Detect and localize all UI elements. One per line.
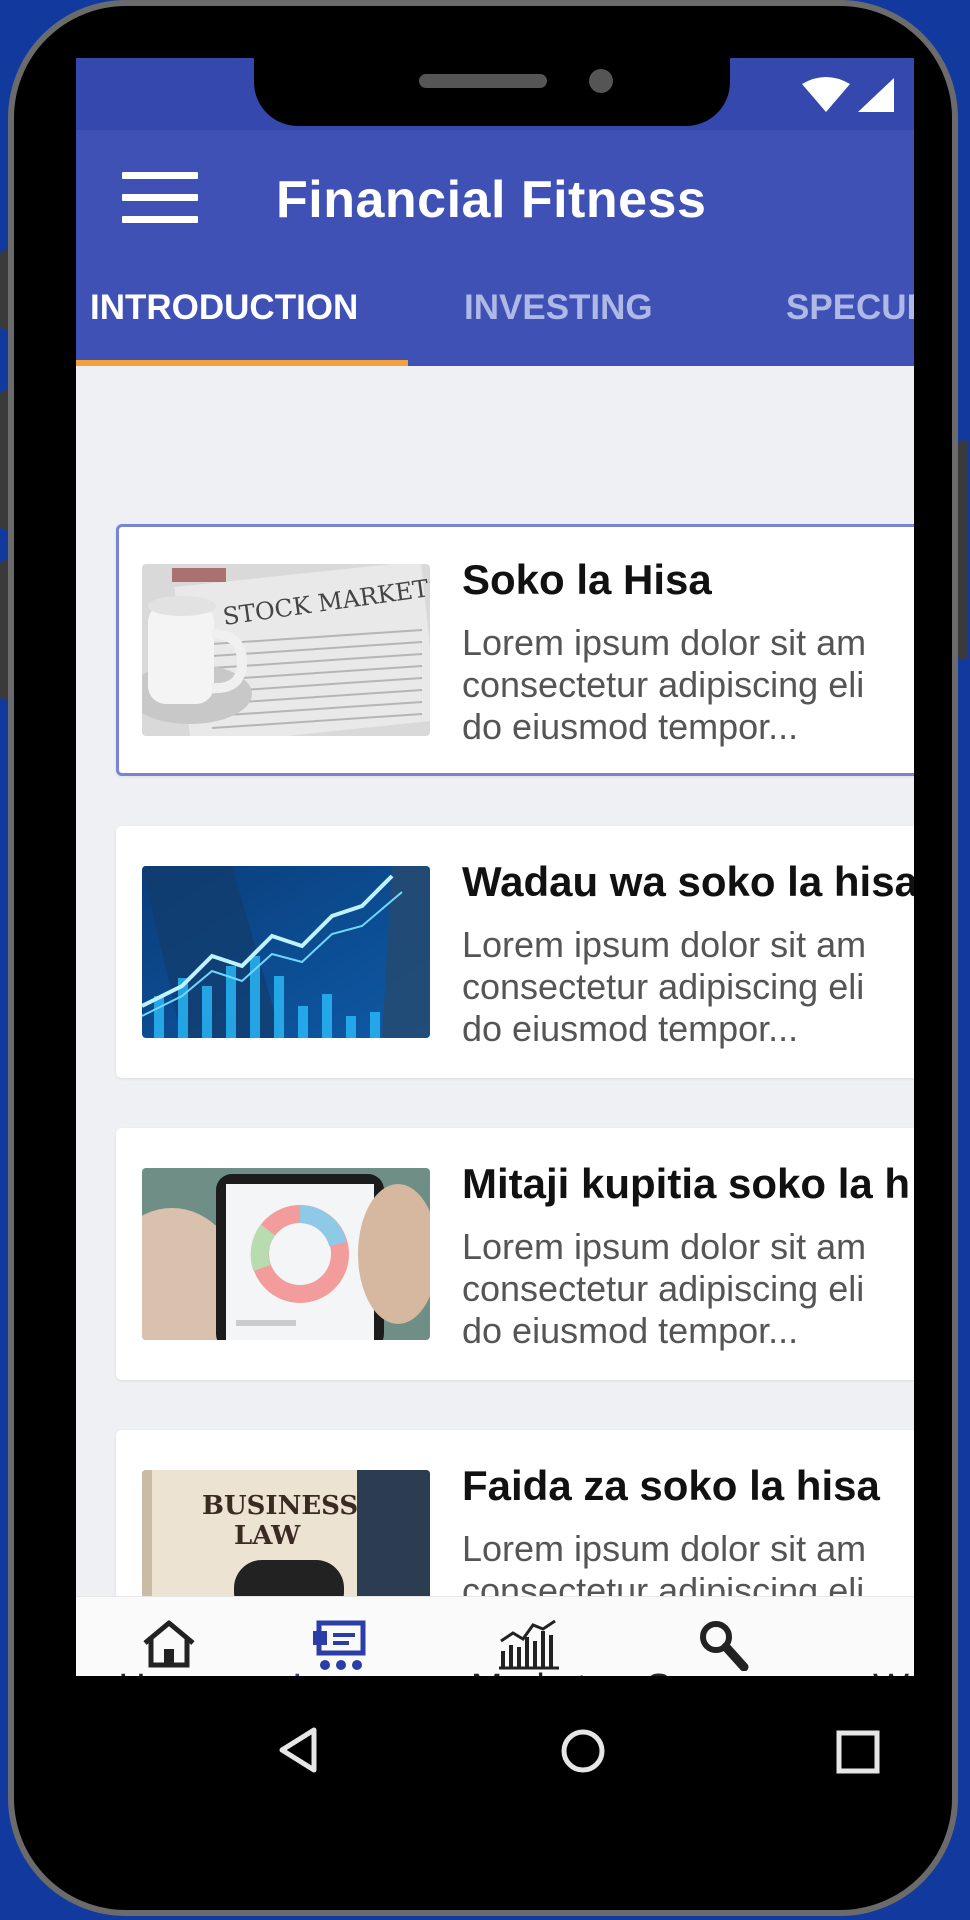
tab-bar: INTRODUCTION INVESTING SPECUL xyxy=(76,240,914,366)
home-icon xyxy=(143,1620,195,1668)
status-bar xyxy=(76,58,914,130)
phone-notch xyxy=(254,58,730,126)
status-icons xyxy=(802,76,900,121)
lesson-description: Lorem ipsum dolor sit am consectetur adi… xyxy=(462,924,867,1049)
recents-icon[interactable] xyxy=(836,1730,880,1774)
lesson-title: Mitaji kupitia soko la h xyxy=(462,1160,911,1207)
lesson-title: Soko la Hisa xyxy=(462,556,712,603)
back-icon[interactable] xyxy=(276,1726,320,1774)
tab-speculation[interactable]: SPECUL xyxy=(786,288,914,328)
speaker xyxy=(419,74,547,88)
phone-side-button xyxy=(958,440,968,660)
lesson-list[interactable]: STOCK MARKETS Soko la Hisa Lorem ipsum d… xyxy=(76,366,914,1596)
app-screen: Financial Fitness INTRODUCTION INVESTING… xyxy=(76,58,914,1728)
lesson-card[interactable]: BUSINESS LAW Faida za soko la hisa Lorem… xyxy=(116,1430,914,1596)
lesson-card[interactable]: Mitaji kupitia soko la h Lorem ipsum dol… xyxy=(116,1128,914,1380)
lesson-thumbnail-stock-markets: STOCK MARKETS xyxy=(142,564,430,736)
wifi-icon xyxy=(802,77,850,112)
app-bar: Financial Fitness xyxy=(76,130,914,240)
book-title-line-2: LAW xyxy=(234,1521,301,1551)
lesson-title: Wadau wa soko la hisa xyxy=(462,858,914,905)
search-icon xyxy=(700,1621,749,1671)
lesson-card[interactable]: STOCK MARKETS Soko la Hisa Lorem ipsum d… xyxy=(116,524,914,776)
app-title: Financial Fitness xyxy=(276,171,707,229)
menu-icon[interactable] xyxy=(122,172,198,226)
system-navigation-bar xyxy=(76,1676,914,1816)
phone-frame: Financial Fitness INTRODUCTION INVESTING… xyxy=(8,0,958,1916)
lesson-title: Faida za soko la hisa xyxy=(462,1462,880,1509)
lesson-thumbnail-business-law: BUSINESS LAW xyxy=(142,1470,430,1596)
learn-icon xyxy=(313,1620,366,1670)
book-title-line-1: BUSINESS xyxy=(202,1491,358,1521)
tab-investing[interactable]: INVESTING xyxy=(464,288,653,328)
lesson-card[interactable]: Wadau wa soko la hisa Lorem ipsum dolor … xyxy=(116,826,914,1078)
tab-introduction[interactable]: INTRODUCTION xyxy=(90,288,358,328)
market-chart-icon xyxy=(499,1619,559,1670)
signal-icon xyxy=(858,78,894,112)
home-circle-icon[interactable] xyxy=(560,1728,606,1774)
front-camera xyxy=(589,69,613,93)
lesson-thumbnail-phone-app xyxy=(142,1168,430,1340)
lesson-description: Lorem ipsum dolor sit am consectetur adi… xyxy=(462,1226,867,1351)
lesson-description: Lorem ipsum dolor sit am consectetur adi… xyxy=(462,1528,867,1596)
lesson-thumbnail-chart xyxy=(142,866,430,1038)
lesson-description: Lorem ipsum dolor sit am consectetur adi… xyxy=(462,622,867,747)
